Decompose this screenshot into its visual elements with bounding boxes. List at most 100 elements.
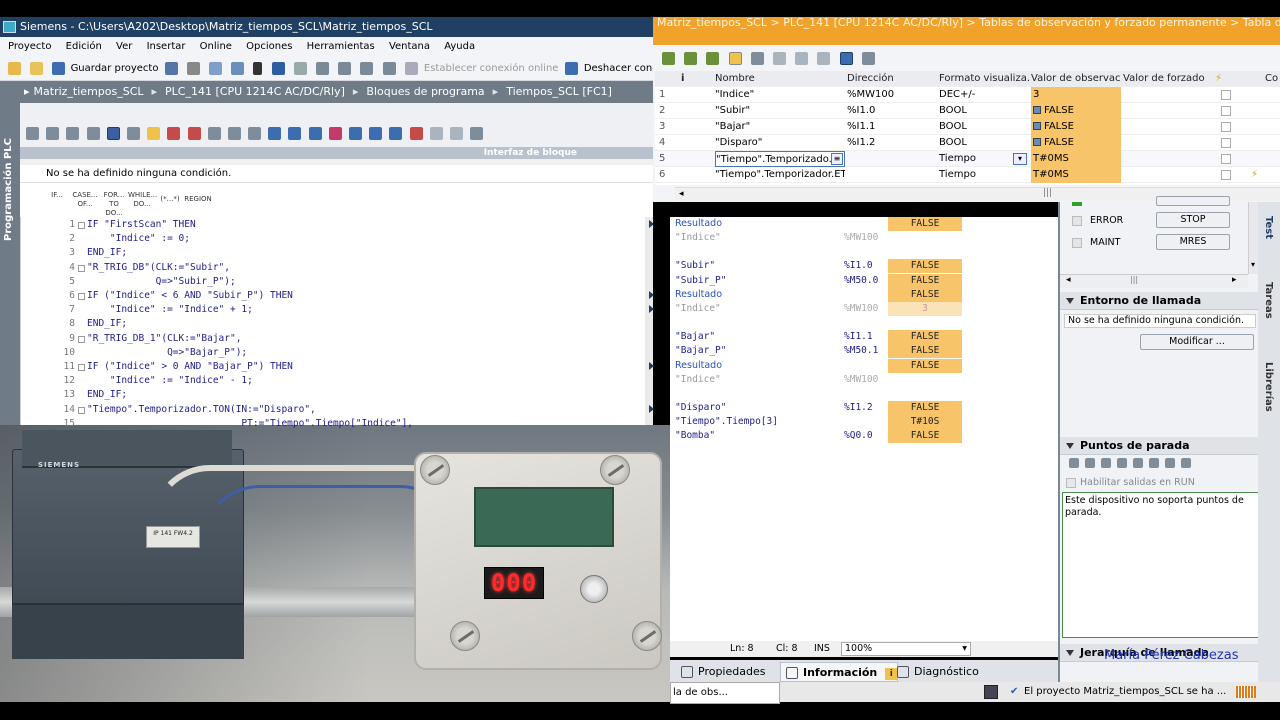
toolbar-icon[interactable] [66, 127, 80, 140]
toolbar-icon[interactable] [409, 127, 423, 140]
toolbar-icon[interactable] [207, 127, 221, 140]
watch-row[interactable]: 5 "Tiempo".Temporizado... Tiempo T#0MS ▾ ≡ [655, 151, 1280, 167]
chevron-down-icon[interactable]: ▾ [962, 643, 967, 655]
redo-icon[interactable] [293, 61, 307, 75]
breadcrumb-blocks[interactable]: Bloques de programa [366, 85, 484, 98]
modify-button[interactable]: Modificar ... [1140, 334, 1254, 350]
panel-hscrollbar[interactable]: ◂ ||| ▸ [1060, 274, 1248, 288]
watch-tool-icon[interactable] [662, 52, 675, 65]
breadcrumb-project[interactable]: Matriz_tiempos_SCL [34, 85, 144, 98]
menu-ayuda[interactable]: Ayuda [444, 37, 475, 57]
fold-toggle-icon[interactable] [78, 335, 85, 343]
stop-button[interactable]: STOP [1156, 212, 1230, 228]
bp-tool-icon[interactable] [1101, 458, 1111, 468]
compile-icon[interactable] [315, 61, 329, 75]
toolbar-icon[interactable] [268, 127, 282, 140]
tab-tasks[interactable]: Tareas [1263, 282, 1274, 319]
call-environment-header[interactable]: Entorno de llamada [1060, 292, 1260, 310]
tag-browse-button[interactable]: ≡ [831, 153, 843, 165]
fold-toggle-icon[interactable] [78, 293, 85, 300]
toolbar-icon[interactable] [349, 127, 362, 140]
fold-toggle-icon[interactable] [78, 406, 85, 414]
watch-tool-icon[interactable] [772, 52, 786, 65]
breadcrumb-block[interactable]: Tiempos_SCL [FC1] [506, 85, 612, 98]
tag-name[interactable]: "Tiempo".Temporizado... [715, 151, 845, 167]
breakpoints-header[interactable]: Puntos de parada [1060, 437, 1260, 455]
taskbar-message[interactable]: El proyecto Matriz_tiempos_SCL se ha ... [1024, 682, 1226, 702]
watch-row[interactable]: 2 "Subir" %I1.0 BOOL FALSE [655, 103, 1280, 119]
force-checkbox[interactable] [1221, 167, 1235, 183]
code-line[interactable]: PT:="Tiempo".Tiempo["Indice"], [87, 418, 413, 429]
display-format[interactable]: Tiempo [939, 167, 1029, 183]
instr-for[interactable]: FOR... TO DO... [100, 191, 128, 218]
menu-online[interactable]: Online [200, 37, 232, 57]
watch-tool-icon[interactable] [861, 52, 875, 65]
tab-properties[interactable]: Propiedades [676, 662, 765, 682]
go-offline-icon[interactable] [564, 61, 578, 75]
instr-case[interactable]: CASE... OF... [71, 191, 99, 209]
tag-name[interactable]: "Indice" [715, 87, 845, 103]
taskbar-window-icon[interactable] [984, 685, 998, 699]
code-line[interactable]: "Indice" := 0; [87, 233, 190, 244]
display-format[interactable]: BOOL [939, 135, 1029, 151]
monitor-all-icon[interactable] [728, 52, 742, 65]
block-interface-bar[interactable]: Interfaz de bloque [20, 147, 653, 159]
scroll-thumb[interactable]: ||| [1043, 188, 1052, 198]
fold-toggle-icon[interactable] [78, 264, 85, 272]
display-format[interactable]: BOOL [939, 119, 1029, 135]
code-line[interactable]: END_IF; [87, 318, 127, 329]
watch-row[interactable]: 3 "Bajar" %I1.1 BOOL FALSE [655, 119, 1280, 135]
side-tab-plc-programming[interactable]: Programación PLC [0, 81, 20, 425]
taskbar-watch-item[interactable]: la de obs... [670, 682, 780, 704]
bp-tool-icon[interactable] [1133, 458, 1143, 468]
address[interactable]: %MW100 [847, 87, 937, 103]
toolbar-icon[interactable] [369, 127, 383, 140]
watch-tool-icon[interactable] [750, 52, 764, 65]
code-line[interactable]: "Indice" := "Indice" - 1; [87, 375, 253, 386]
display-format[interactable]: DEC+/- [939, 87, 1029, 103]
go-offline-button[interactable]: Deshacer conex [584, 63, 653, 74]
watch-tool-icon[interactable] [684, 52, 698, 65]
menu-ventana[interactable]: Ventana [389, 37, 430, 57]
save-project-button[interactable]: Guardar proyecto [71, 63, 159, 74]
code-line[interactable]: Q=>"Subir_P"); [87, 276, 236, 287]
force-checkbox[interactable] [1221, 135, 1235, 151]
tab-diagnostics[interactable]: Diagnóstico [892, 662, 979, 682]
toolbar-icon[interactable] [46, 127, 60, 140]
toolbar-icon[interactable] [248, 127, 262, 140]
header-address[interactable]: Dirección [847, 71, 937, 87]
toolbar-icon[interactable] [167, 127, 181, 140]
display-format[interactable]: BOOL [939, 103, 1029, 119]
cut-icon[interactable] [186, 61, 200, 75]
code-line[interactable]: "R_TRIG_DB"(CLK:="Subir", [87, 262, 230, 273]
header-format[interactable]: Formato visualiza... [939, 71, 1029, 87]
bp-tool-icon[interactable] [1069, 458, 1079, 468]
zoom-select[interactable]: 100% ▾ [841, 642, 971, 656]
code-line[interactable]: IF "FirstScan" THEN [87, 219, 196, 230]
copy-icon[interactable] [209, 61, 223, 75]
format-dropdown[interactable]: ▾ [1013, 153, 1027, 165]
address[interactable]: %I1.2 [847, 135, 937, 151]
tag-name[interactable]: "Bajar" [715, 119, 845, 135]
force-checkbox[interactable] [1221, 151, 1235, 167]
toolbar-icon[interactable] [86, 127, 100, 140]
menu-herramientas[interactable]: Herramientas [307, 37, 375, 57]
menu-edicion[interactable]: Edición [66, 37, 102, 57]
print-icon[interactable] [164, 61, 178, 75]
bp-tool-icon[interactable] [1181, 458, 1191, 468]
address[interactable]: %I1.1 [847, 119, 937, 135]
watch-tool-icon[interactable] [817, 52, 831, 65]
toolbar-icon[interactable] [389, 127, 403, 140]
undo-icon[interactable] [271, 61, 285, 75]
toolbar-icon[interactable] [449, 127, 463, 140]
toolbar-icon[interactable] [288, 127, 302, 140]
delete-icon[interactable] [253, 61, 263, 75]
tag-name[interactable]: "Subir" [715, 103, 845, 119]
fold-toggle-icon[interactable] [78, 364, 85, 371]
toolbar-icon[interactable] [106, 127, 120, 140]
instr-while[interactable]: WHILE... DO... [128, 191, 157, 209]
toolbar-icon[interactable] [328, 127, 342, 140]
force-checkbox[interactable] [1221, 119, 1235, 135]
address[interactable] [847, 151, 937, 167]
open-project-icon[interactable] [30, 61, 44, 75]
